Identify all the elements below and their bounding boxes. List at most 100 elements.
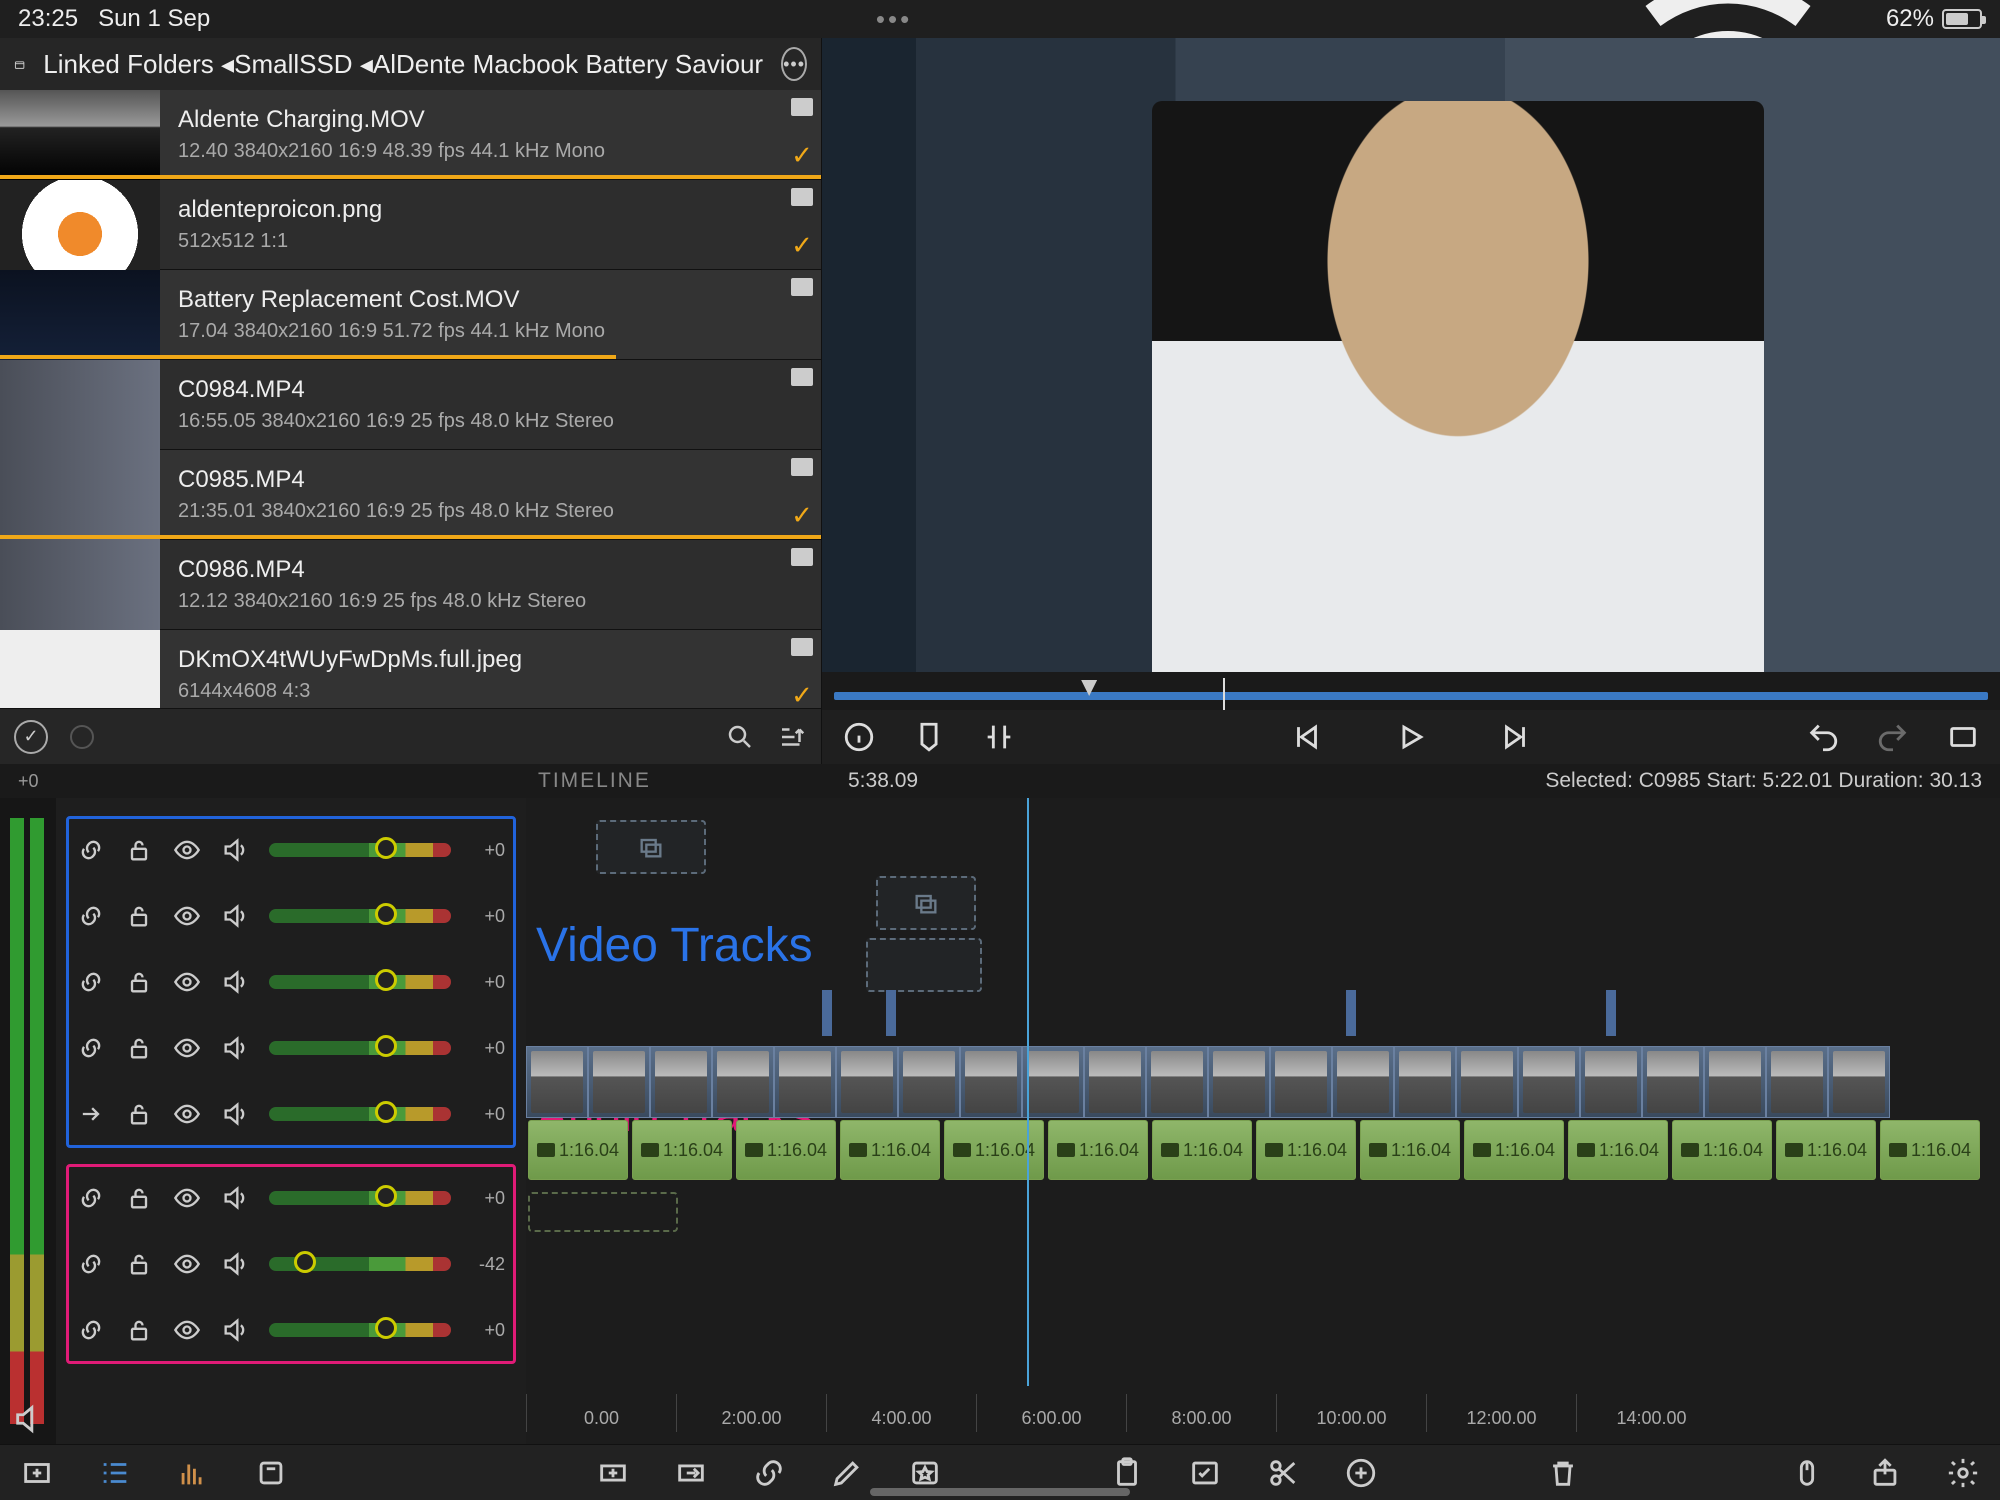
lock-icon[interactable] [125, 1250, 153, 1278]
audio-clip[interactable]: 1:16.04 [840, 1120, 940, 1180]
slider-knob[interactable] [375, 1035, 397, 1057]
lock-icon[interactable] [125, 1034, 153, 1062]
video-clip[interactable] [1828, 1046, 1890, 1118]
lock-icon[interactable] [125, 836, 153, 864]
audio-clip-track[interactable]: 1:16.041:16.041:16.041:16.041:16.041:16.… [526, 1120, 2000, 1190]
storage-icon[interactable] [254, 1456, 288, 1490]
slider-knob[interactable] [375, 1101, 397, 1123]
audio-clip[interactable]: 1:16.04 [1464, 1120, 1564, 1180]
breadcrumb-leaf[interactable]: AlDente Macbook Battery Saviour [373, 49, 763, 79]
track-header-row[interactable]: +0 [77, 1091, 505, 1137]
link-icon[interactable] [77, 1184, 105, 1212]
eye-icon[interactable] [173, 1100, 201, 1128]
audio-clip[interactable]: 1:16.04 [632, 1120, 732, 1180]
track-volume-slider[interactable] [269, 1041, 451, 1055]
prev-clip-button[interactable] [1290, 720, 1324, 754]
ghost-clip[interactable] [596, 820, 706, 874]
transition-marker[interactable] [822, 990, 832, 1036]
speaker-icon[interactable] [221, 1316, 249, 1344]
audio-clip[interactable]: 1:16.04 [528, 1120, 628, 1180]
speaker-icon[interactable] [221, 902, 249, 930]
track-header-row[interactable]: +0 [77, 893, 505, 939]
ghost-clip[interactable] [876, 876, 976, 930]
redo-icon[interactable] [1876, 720, 1910, 754]
overwrite-clip-button[interactable] [674, 1456, 708, 1490]
eye-icon[interactable] [173, 1184, 201, 1212]
trash-icon[interactable] [1546, 1456, 1580, 1490]
audio-clip[interactable]: 1:16.04 [1568, 1120, 1668, 1180]
track-volume-slider[interactable] [269, 843, 451, 857]
track-volume-slider[interactable] [269, 1191, 451, 1205]
lock-icon[interactable] [125, 902, 153, 930]
slider-knob[interactable] [375, 1185, 397, 1207]
link-icon[interactable] [77, 1034, 105, 1062]
eye-icon[interactable] [173, 836, 201, 864]
video-clip[interactable] [650, 1046, 712, 1118]
play-button[interactable] [1394, 720, 1428, 754]
timeline-canvas[interactable]: Video Tracks Audio Tracks 1:16.041:16.04… [526, 798, 2000, 1444]
ghost-clip[interactable] [866, 938, 982, 992]
breadcrumb[interactable]: Linked Folders ◂SmallSSD ◂AlDente Macboo… [43, 49, 763, 80]
marker-icon[interactable] [912, 720, 946, 754]
lock-icon[interactable] [125, 1184, 153, 1212]
favorite-icon[interactable] [908, 1456, 942, 1490]
track-header-row[interactable]: +0 [77, 1025, 505, 1071]
slider-knob[interactable] [375, 837, 397, 859]
transition-marker[interactable] [1606, 990, 1616, 1036]
link-icon[interactable] [77, 902, 105, 930]
lock-icon[interactable] [125, 1316, 153, 1344]
info-icon[interactable] [842, 720, 876, 754]
link-icon[interactable] [77, 1316, 105, 1344]
more-options-button[interactable]: ••• [781, 47, 807, 81]
eye-icon[interactable] [173, 1316, 201, 1344]
add-media-button[interactable] [20, 1456, 54, 1490]
multitask-dots-icon[interactable]: ••• [210, 4, 1578, 35]
video-clip[interactable] [1518, 1046, 1580, 1118]
speaker-icon[interactable] [221, 1184, 249, 1212]
video-clip[interactable] [1456, 1046, 1518, 1118]
track-volume-slider[interactable] [269, 1107, 451, 1121]
breadcrumb-mid[interactable]: SmallSSD [234, 49, 352, 79]
video-clip[interactable] [1394, 1046, 1456, 1118]
track-volume-slider[interactable] [269, 909, 451, 923]
track-header-row[interactable]: +0 [77, 827, 505, 873]
track-header-row[interactable]: +0 [77, 1307, 505, 1353]
preview-monitor[interactable] [822, 38, 2000, 672]
ruler-tick[interactable]: 8:00.00 [1126, 1394, 1276, 1432]
folder-link-icon[interactable] [14, 52, 25, 76]
audio-clip[interactable]: 1:16.04 [736, 1120, 836, 1180]
checklist-icon[interactable] [1188, 1456, 1222, 1490]
list-view-icon[interactable] [98, 1456, 132, 1490]
video-clip[interactable] [1270, 1046, 1332, 1118]
video-clip[interactable] [1022, 1046, 1084, 1118]
video-clip[interactable] [836, 1046, 898, 1118]
track-header-row[interactable]: +0 [77, 1175, 505, 1221]
audio-clip[interactable]: 1:16.04 [1880, 1120, 1980, 1180]
ruler-tick[interactable]: 14:00.00 [1576, 1394, 1726, 1432]
sort-icon[interactable] [777, 722, 807, 752]
speaker-icon[interactable] [12, 1402, 46, 1436]
audio-clip[interactable]: 1:16.04 [1256, 1120, 1356, 1180]
track-volume-slider[interactable] [269, 1257, 451, 1271]
video-clip[interactable] [1766, 1046, 1828, 1118]
audio-ghost-clip[interactable] [528, 1192, 678, 1232]
track-header-row[interactable]: -42 [77, 1241, 505, 1287]
select-all-button[interactable]: ✓ [14, 720, 48, 754]
slider-knob[interactable] [375, 1317, 397, 1339]
video-clip-track[interactable] [526, 1046, 2000, 1118]
search-icon[interactable] [725, 722, 755, 752]
slider-knob[interactable] [294, 1251, 316, 1273]
trim-icon[interactable] [982, 720, 1016, 754]
link-icon[interactable] [77, 836, 105, 864]
lock-icon[interactable] [125, 968, 153, 996]
share-icon[interactable] [1868, 1456, 1902, 1490]
time-ruler[interactable]: 0.002:00.004:00.006:00.008:00.0010:00.00… [526, 1394, 2000, 1432]
media-item[interactable]: DKmOX4tWUyFwDpMs.full.jpeg6144x4608 4:3✓ [0, 630, 821, 708]
video-clip[interactable] [1208, 1046, 1270, 1118]
media-list[interactable]: Aldente Charging.MOV12.40 3840x2160 16:9… [0, 90, 821, 708]
audio-clip[interactable]: 1:16.04 [1152, 1120, 1252, 1180]
video-clip[interactable] [588, 1046, 650, 1118]
timeline-playhead[interactable] [1027, 798, 1029, 1386]
ruler-tick[interactable]: 4:00.00 [826, 1394, 976, 1432]
audio-clip[interactable]: 1:16.04 [1048, 1120, 1148, 1180]
